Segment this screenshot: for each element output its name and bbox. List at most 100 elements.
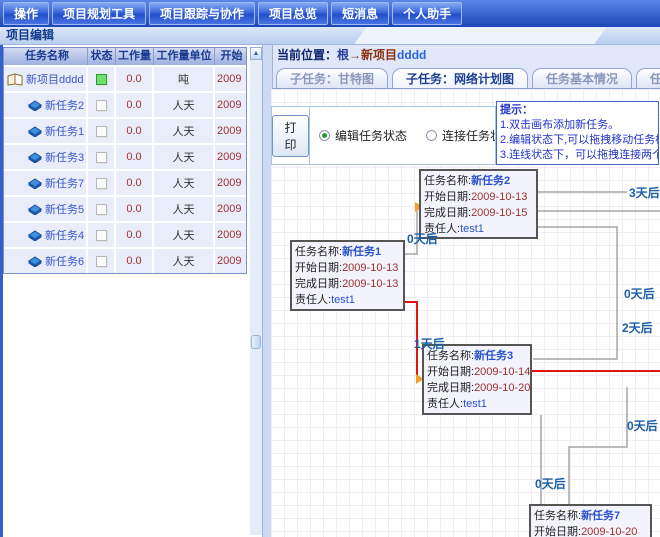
status-checkbox[interactable] (96, 126, 107, 137)
task-name-link[interactable]: 新项目dddd (26, 71, 83, 87)
task-name-link[interactable]: 新任务6 (45, 253, 84, 269)
table-row-project[interactable]: 新项目dddd 0.0 吨 2009 (4, 65, 246, 91)
task-node-task7[interactable]: 任务名称:新任务7 开始日期:2009-10-20 (529, 504, 652, 537)
project-book-icon (7, 73, 23, 86)
header-status: 状态 (88, 48, 116, 65)
task-node-task1[interactable]: 任务名称:新任务1 开始日期:2009-10-13 完成日期:2009-10-1… (290, 240, 405, 311)
menu-item-planning-tools[interactable]: 项目规划工具 (52, 2, 146, 25)
task-detail-panel: 当前位置：根→新项目dddd 子任务：甘特图 子任务：网络计划图 任务基本情况 … (270, 45, 660, 537)
diagram-toolbar: 打印 编辑任务状态 连接任务状态 (271, 106, 496, 165)
status-checkbox[interactable] (96, 204, 107, 215)
main-menubar: 操作 项目规划工具 项目跟踪与协作 项目总览 短消息 个人助手 (0, 0, 660, 27)
menu-item-tracking-collab[interactable]: 项目跟踪与协作 (149, 2, 255, 25)
edit-mode-radio[interactable] (319, 130, 330, 141)
start-date: 2009 (215, 145, 246, 169)
tab-subtask-network[interactable]: 子任务：网络计划图 (392, 68, 528, 88)
task-table-header: 任务名称 状态 工作量 工作量单位 开始 (4, 48, 246, 65)
workload-unit: 人天 (154, 223, 215, 247)
breadcrumb-project-suffix[interactable]: dddd (397, 48, 426, 62)
connect-mode-label[interactable]: 连接任务状态 (442, 127, 495, 144)
status-checkbox[interactable] (96, 152, 107, 163)
header-workload-unit: 工作量单位 (154, 48, 215, 65)
start-date: 2009 (215, 223, 246, 247)
start-date: 2009 (215, 119, 246, 143)
task-name-link[interactable]: 新任务7 (45, 175, 84, 191)
network-diagram-canvas[interactable]: 打印 编辑任务状态 连接任务状态 提示： 1.双击画布添加新任务。 2.编辑状态… (271, 89, 660, 537)
table-row-task[interactable]: 新任务2 0.0 人天 2009 (4, 91, 246, 117)
workload-value: 0.0 (116, 197, 154, 221)
hint-line: 3.连线状态下，可以拖拽连接两个 (500, 148, 655, 163)
edge-label-days: 0天后 (407, 230, 438, 247)
table-row-task[interactable]: 新任务4 0.0 人天 2009 (4, 221, 246, 247)
menu-item-project-overview[interactable]: 项目总览 (258, 2, 328, 25)
breadcrumb: 当前位置：根→新项目dddd (271, 45, 660, 66)
node-end-date: 2009-10-15 (471, 207, 527, 219)
task-node-task2[interactable]: 任务名称:新任务2 开始日期:2009-10-13 完成日期:2009-10-1… (419, 169, 538, 239)
edge-label-days: 0天后 (627, 417, 658, 434)
task-name-link[interactable]: 新任务1 (45, 123, 84, 139)
workload-value: 0.0 (116, 93, 154, 117)
menu-item-messages[interactable]: 短消息 (331, 2, 389, 25)
scroll-up-icon[interactable]: ▲ (250, 47, 262, 60)
task-node-task3[interactable]: 任务名称:新任务3 开始日期:2009-10-14 完成日期:2009-10-2… (422, 344, 532, 415)
node-task-name: 新任务2 (471, 175, 510, 187)
node-task-name: 新任务1 (342, 246, 381, 258)
task-name-link[interactable]: 新任务3 (45, 149, 84, 165)
edit-mode-label[interactable]: 编辑任务状态 (335, 127, 407, 144)
start-date: 2009 (215, 93, 246, 117)
node-task-name: 新任务7 (581, 510, 620, 522)
task-book-icon (28, 203, 42, 215)
task-name-link[interactable]: 新任务5 (45, 201, 84, 217)
node-task-name: 新任务3 (474, 350, 513, 362)
connect-mode-radio[interactable] (426, 130, 437, 141)
task-list-panel: 任务名称 状态 工作量 工作量单位 开始 新项目dddd 0.0 吨 2009 (0, 45, 270, 537)
task-name-link[interactable]: 新任务2 (45, 97, 84, 113)
tab-task-change[interactable]: 任务变 (636, 68, 660, 88)
task-book-icon (28, 255, 42, 267)
breadcrumb-prefix: 当前位置： (277, 48, 337, 62)
node-owner: test1 (463, 398, 487, 410)
menu-item-operations[interactable]: 操作 (3, 2, 49, 25)
hint-box: 提示： 1.双击画布添加新任务。 2.编辑状态下,可以拖拽移动任务框 3.连线状… (496, 101, 659, 165)
status-checkbox[interactable] (96, 256, 107, 267)
edge-label-days: 0天后 (624, 285, 655, 302)
table-row-task[interactable]: 新任务5 0.0 人天 2009 (4, 195, 246, 221)
table-row-task[interactable]: 新任务7 0.0 人天 2009 (4, 169, 246, 195)
workload-value: 0.0 (116, 145, 154, 169)
status-checkbox[interactable] (96, 178, 107, 189)
breadcrumb-root-link[interactable]: 根 (337, 48, 349, 62)
workload-unit: 人天 (154, 145, 215, 169)
hint-line: 1.双击画布添加新任务。 (500, 118, 655, 133)
start-date: 2009 (215, 249, 246, 273)
node-end-date: 2009-10-13 (342, 278, 398, 290)
node-start-date: 2009-10-13 (342, 262, 398, 274)
scrollbar-thumb[interactable] (251, 335, 261, 349)
status-checkbox[interactable] (96, 230, 107, 241)
edge-label-days: 1天后 (414, 335, 445, 352)
hint-line: 2.编辑状态下,可以拖拽移动任务框 (500, 133, 655, 148)
workload-unit: 人天 (154, 93, 215, 117)
workload-unit: 人天 (154, 119, 215, 143)
status-checkbox[interactable] (96, 100, 107, 111)
tab-task-basic-info[interactable]: 任务基本情况 (532, 68, 632, 88)
workload-unit: 吨 (154, 67, 215, 91)
workload-unit: 人天 (154, 249, 215, 273)
header-workload: 工作量 (116, 48, 154, 65)
table-row-task[interactable]: 新任务3 0.0 人天 2009 (4, 143, 246, 169)
breadcrumb-project-link[interactable]: →新项目 (349, 48, 397, 62)
node-start-date: 2009-10-13 (471, 191, 527, 203)
node-end-date: 2009-10-20 (474, 382, 530, 394)
header-start: 开始 (215, 48, 246, 65)
workload-unit: 人天 (154, 197, 215, 221)
hint-title: 提示： (500, 103, 655, 118)
table-row-task[interactable]: 新任务6 0.0 人天 2009 (4, 247, 246, 273)
node-start-date: 2009-10-20 (581, 526, 637, 537)
menu-item-assistant[interactable]: 个人助手 (392, 2, 462, 25)
task-name-link[interactable]: 新任务4 (45, 227, 84, 243)
table-scrollbar[interactable]: ▲ (250, 47, 262, 535)
table-row-task[interactable]: 新任务1 0.0 人天 2009 (4, 117, 246, 143)
print-button[interactable]: 打印 (272, 115, 309, 157)
tab-subtask-gantt[interactable]: 子任务：甘特图 (276, 68, 388, 88)
edge-label-days: 3天后 (629, 184, 660, 201)
status-checkbox[interactable] (96, 74, 107, 85)
